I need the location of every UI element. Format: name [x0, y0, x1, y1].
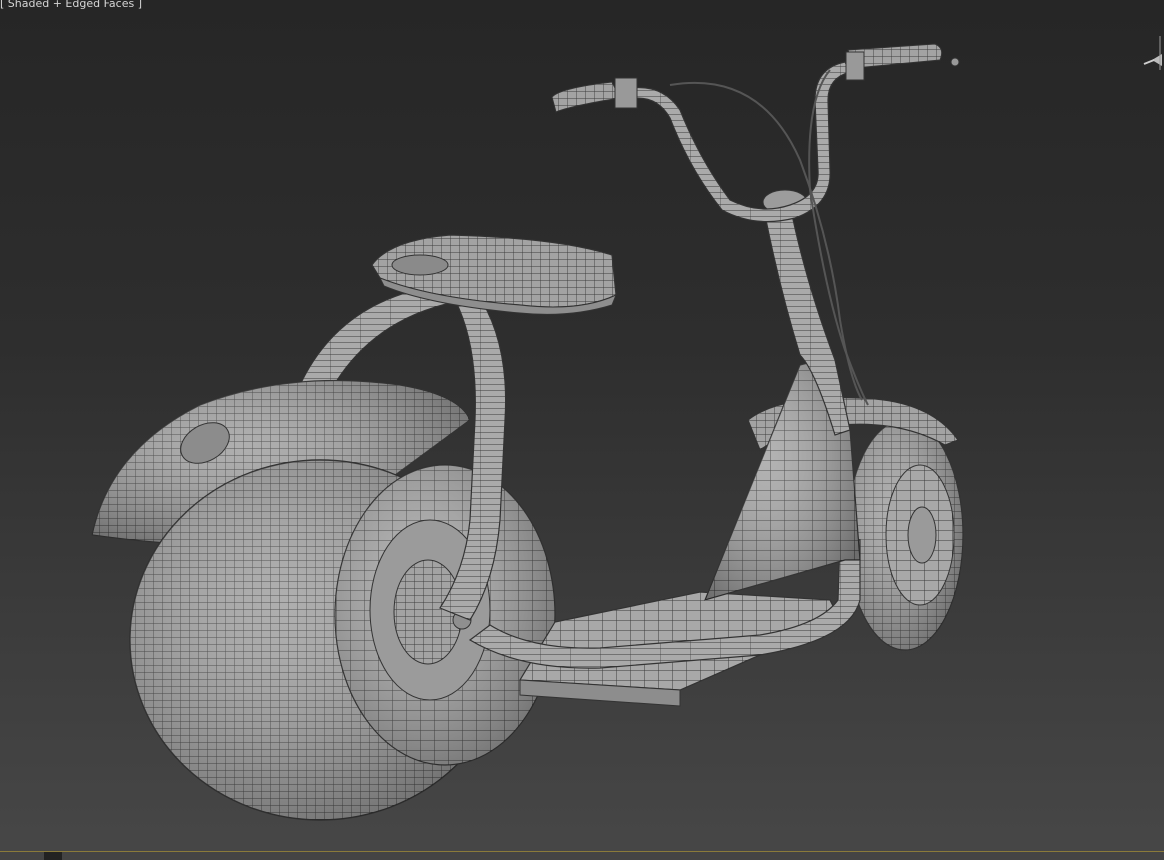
rear-arch-tube — [299, 284, 457, 393]
front-wheel — [846, 419, 964, 651]
brake-cables — [669, 69, 869, 406]
bar-end — [950, 57, 960, 67]
scooter-model[interactable] — [0, 0, 1164, 860]
left-brake-lever — [614, 77, 638, 109]
right-brake-lever — [845, 51, 865, 81]
handlebar — [551, 43, 960, 223]
view-cube-icon[interactable] — [1142, 30, 1164, 70]
status-corner — [44, 852, 62, 860]
left-grip — [551, 81, 621, 113]
perspective-viewport[interactable]: [ Shaded + Edged Faces ] — [0, 0, 1164, 860]
status-strip — [0, 851, 1164, 860]
